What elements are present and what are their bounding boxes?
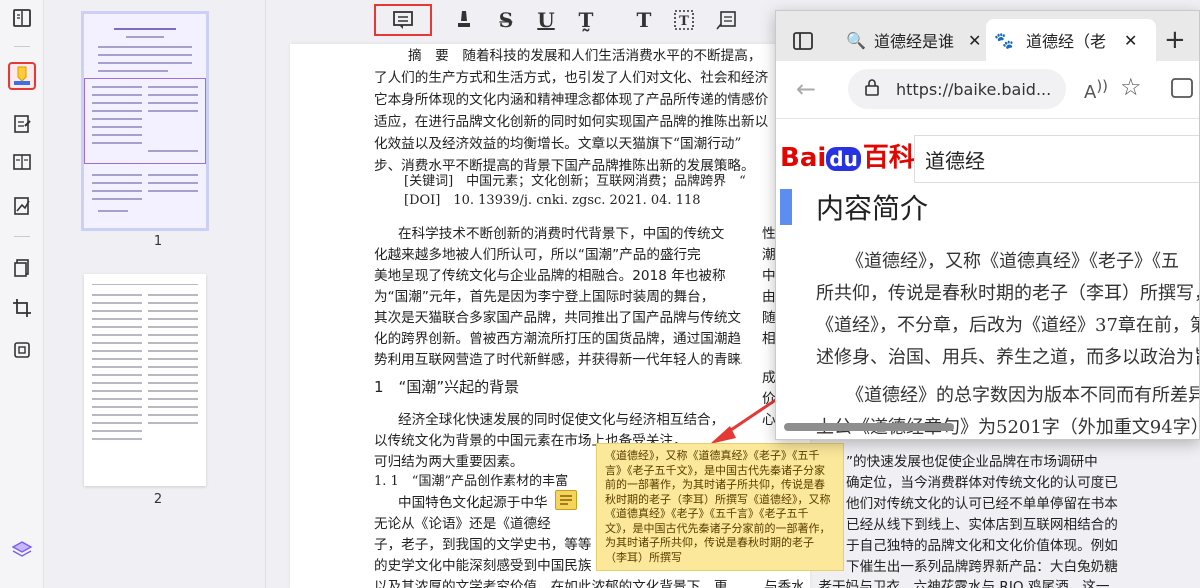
body-line: 势利用互联网营造了时代新鲜感，并获得新一代年轻人的青睐。 (374, 352, 742, 368)
body-line: 化的跨界创新。曾被西方潮流所打压的国货品牌，通过国潮趋 (374, 331, 742, 347)
body-line: 化越来越多地被人们所认可，所以“国潮”产品的盛行完 (374, 247, 701, 263)
organize-pages-icon[interactable] (8, 254, 36, 282)
text-tool-icon[interactable]: T (630, 6, 658, 34)
body-line: 与香水，老干妈与卫衣，六神花露水与 RIO 鸡尾酒。这一 (764, 579, 1110, 588)
body-line: 其次是天猫联合多家国产品牌，共同推出了国产品牌与传统文 (374, 310, 742, 326)
comment-tool-icon[interactable] (8, 62, 36, 90)
textbox-tool-icon[interactable]: T (670, 6, 698, 34)
baidu-logo-paw: du (826, 147, 861, 171)
extensions-icon[interactable] (1168, 75, 1198, 103)
baike-search-input[interactable]: 道德经 (914, 135, 1199, 183)
sticky-note-text: 《道德经》，又称《道德真经》《老子》《五千言》《老子五千文》，是中国古代先秦诸子… (605, 449, 831, 564)
body-line: 中国特色文化起源于中华 (398, 495, 548, 511)
sticky-note-marker-icon[interactable] (555, 490, 577, 510)
browser-window: 🔍 道德经是谁 ✕ 🐾 道德经（老 ✕ + ← https://baike.ba… (775, 10, 1200, 440)
body-line: 无论从《论语》还是《道德经 (374, 516, 551, 532)
body-line: 子，老子，到我国的文学史书，等等 (374, 537, 592, 553)
baidu-logo[interactable]: Bai du 百科 (780, 137, 915, 174)
browser-tab-1[interactable]: 🔍 道德经是谁 ✕ (834, 19, 984, 61)
search-icon: 🔍 (846, 30, 866, 50)
form-icon[interactable] (8, 148, 36, 176)
page-number-2: 2 (153, 492, 163, 507)
abstract-line: 它本身所体现的文化内涵和精神理念都体现了产品所传递的情感价 (374, 92, 769, 108)
heading-accent-bar (780, 189, 792, 225)
back-arrow-icon[interactable]: ← (796, 75, 816, 103)
left-tool-rail (0, 0, 44, 588)
crop-icon[interactable] (8, 294, 36, 322)
body-line: 在科学技术不断创新的消费时代背景下，中国的传统文 (398, 226, 725, 242)
page-thumbnail-2[interactable] (84, 274, 206, 486)
horizontal-scrollbar[interactable] (784, 423, 954, 431)
body-line: ”的快速发展也促使企业品牌在市场调研中 (846, 454, 1098, 470)
new-tab-icon[interactable]: + (1164, 25, 1186, 55)
tab-actions-icon[interactable] (792, 31, 814, 51)
favorite-star-icon[interactable]: ☆ (1120, 73, 1142, 101)
subsection-heading: 1. 1 “国潮”产品创作素材的丰富 (374, 474, 569, 489)
baidu-paw-icon: 🐾 (994, 30, 1014, 50)
page-number-1: 1 (153, 234, 163, 249)
svg-text:T: T (679, 14, 689, 29)
section-heading: 1 “国潮”兴起的背景 (374, 378, 520, 396)
baike-logo-text: 百科 (862, 143, 915, 173)
thumbnail-panel: 1 2 (44, 0, 266, 588)
callout-tool-icon[interactable] (712, 6, 740, 34)
sticky-note-tool-icon[interactable] (374, 4, 432, 36)
body-line: 为“国潮”元年，首先是因为李宁登上国际时装周的舞台， (374, 289, 715, 305)
reader-mode-icon[interactable] (8, 4, 36, 32)
close-icon[interactable]: ✕ (1124, 31, 1137, 50)
abstract-line: 了人们的生产方式和生活方式，也引发了人们对文化、社会和经济 (374, 70, 769, 86)
layers-icon[interactable] (8, 536, 36, 564)
column-fragment: 由 (762, 289, 776, 305)
edit-pdf-icon[interactable] (8, 110, 36, 138)
doi-line: [DOI] 10. 13939/j. cnki. zgsc. 2021. 04.… (404, 193, 701, 208)
annotation-toolbar: S̶ U T̰ T T (266, 0, 786, 40)
column-fragment: 随 (762, 310, 776, 326)
content-heading: 内容简介 (816, 192, 929, 225)
abstract-line: 化效益以及经济效益的均衡增长。文章以天猫旗下“国潮行动” (374, 136, 742, 152)
body-line: 经济全球化快速发展的同时促使文化与经济相互结合， (398, 412, 725, 428)
baike-paragraph-line: 《道德经》的总字数因为版本不同而有所差异 (846, 385, 1200, 406)
abstract-line: 适应，在进行品牌文化创新的同时如何实现国产品牌的推陈出新以 (374, 114, 769, 130)
body-line: 以及其浓厚的文学考究价值。在如此浓郁的文化背景下，更 (374, 579, 728, 588)
body-line: 可归结为两大重要因素。 (374, 454, 524, 470)
baike-paragraph-line: 《道德经》，又称《道德真经》《老子》《五 (846, 251, 1179, 272)
read-aloud-icon[interactable]: A)) (1084, 77, 1108, 103)
strikethrough-tool-icon[interactable]: S̶ (492, 6, 520, 34)
url-text: https://baike.baid... (896, 79, 1052, 99)
address-bar[interactable]: https://baike.baid... (848, 69, 1066, 109)
body-line: 他们对传统文化的认可已经不单单停留在书本 (846, 496, 1118, 512)
address-bar-row: ← https://baike.baid... A)) ☆ (776, 61, 1199, 119)
body-line: 的史学文化中能深刻感受到中国民族 (374, 558, 592, 574)
highlight-tool-icon[interactable] (450, 6, 478, 34)
sticky-note-popup[interactable]: 《道德经》，又称《道德真经》《老子》《五千言》《老子五千文》，是中国古代先秦诸子… (596, 443, 844, 571)
baike-paragraph-line: 所共仰，传说是春秋时期的老子（李耳）所撰写， (816, 283, 1200, 304)
body-line: 美地呈现了传统文化与企业品牌的相融合。2018 年也被称 (374, 268, 726, 284)
compress-icon[interactable] (8, 336, 36, 364)
sign-icon[interactable] (8, 192, 36, 220)
lock-icon (864, 78, 884, 100)
page-thumbnail-1[interactable] (81, 11, 209, 231)
baike-paragraph-line: 《道经》，不分章，后改为《道经》37章在前，第 (816, 315, 1200, 336)
close-icon[interactable]: ✕ (968, 31, 981, 50)
baike-paragraph-line: 述修身、治国、用兵、养生之道，而多以政治为旨 (816, 347, 1200, 368)
column-fragment: 中 (762, 268, 776, 284)
body-line: 已经从线下到线上、实体店到互联网相结合的 (846, 517, 1118, 533)
tab-2-title: 道德经（老 (1026, 32, 1107, 51)
baike-page: Bai du 百科 道德经 内容简介 《道德经》，又称《道德真经》《老子》《五 所共… (776, 119, 1200, 439)
underline-tool-icon[interactable]: U (532, 6, 560, 34)
keywords-line: [关键词] 中国元素；文化创新；互联网消费；品牌跨界 “ (404, 174, 746, 189)
body-line: 下催生出一系列品牌跨界新产品：大白兔奶糖 (846, 559, 1118, 575)
tab-1-title: 道德经是谁 (874, 32, 955, 51)
column-fragment: 性 (762, 226, 776, 242)
baidu-logo-text: Bai (780, 143, 827, 173)
browser-tab-2[interactable]: 🐾 道德经（老 ✕ (986, 19, 1156, 61)
browser-tab-bar: 🔍 道德经是谁 ✕ 🐾 道德经（老 ✕ + (776, 11, 1199, 61)
abstract-line: 摘 要 随着科技的发展和人们生活消费水平的不断提高， (408, 48, 762, 64)
wavy-underline-tool-icon[interactable]: T̰ (572, 6, 600, 34)
body-line: 确定位，当今消费群体对传统文化的认可度已 (846, 475, 1118, 491)
body-line: 于自己独特的品牌文化和文化价值体现。例如 (846, 538, 1118, 554)
column-fragment: 潮 (762, 247, 776, 263)
